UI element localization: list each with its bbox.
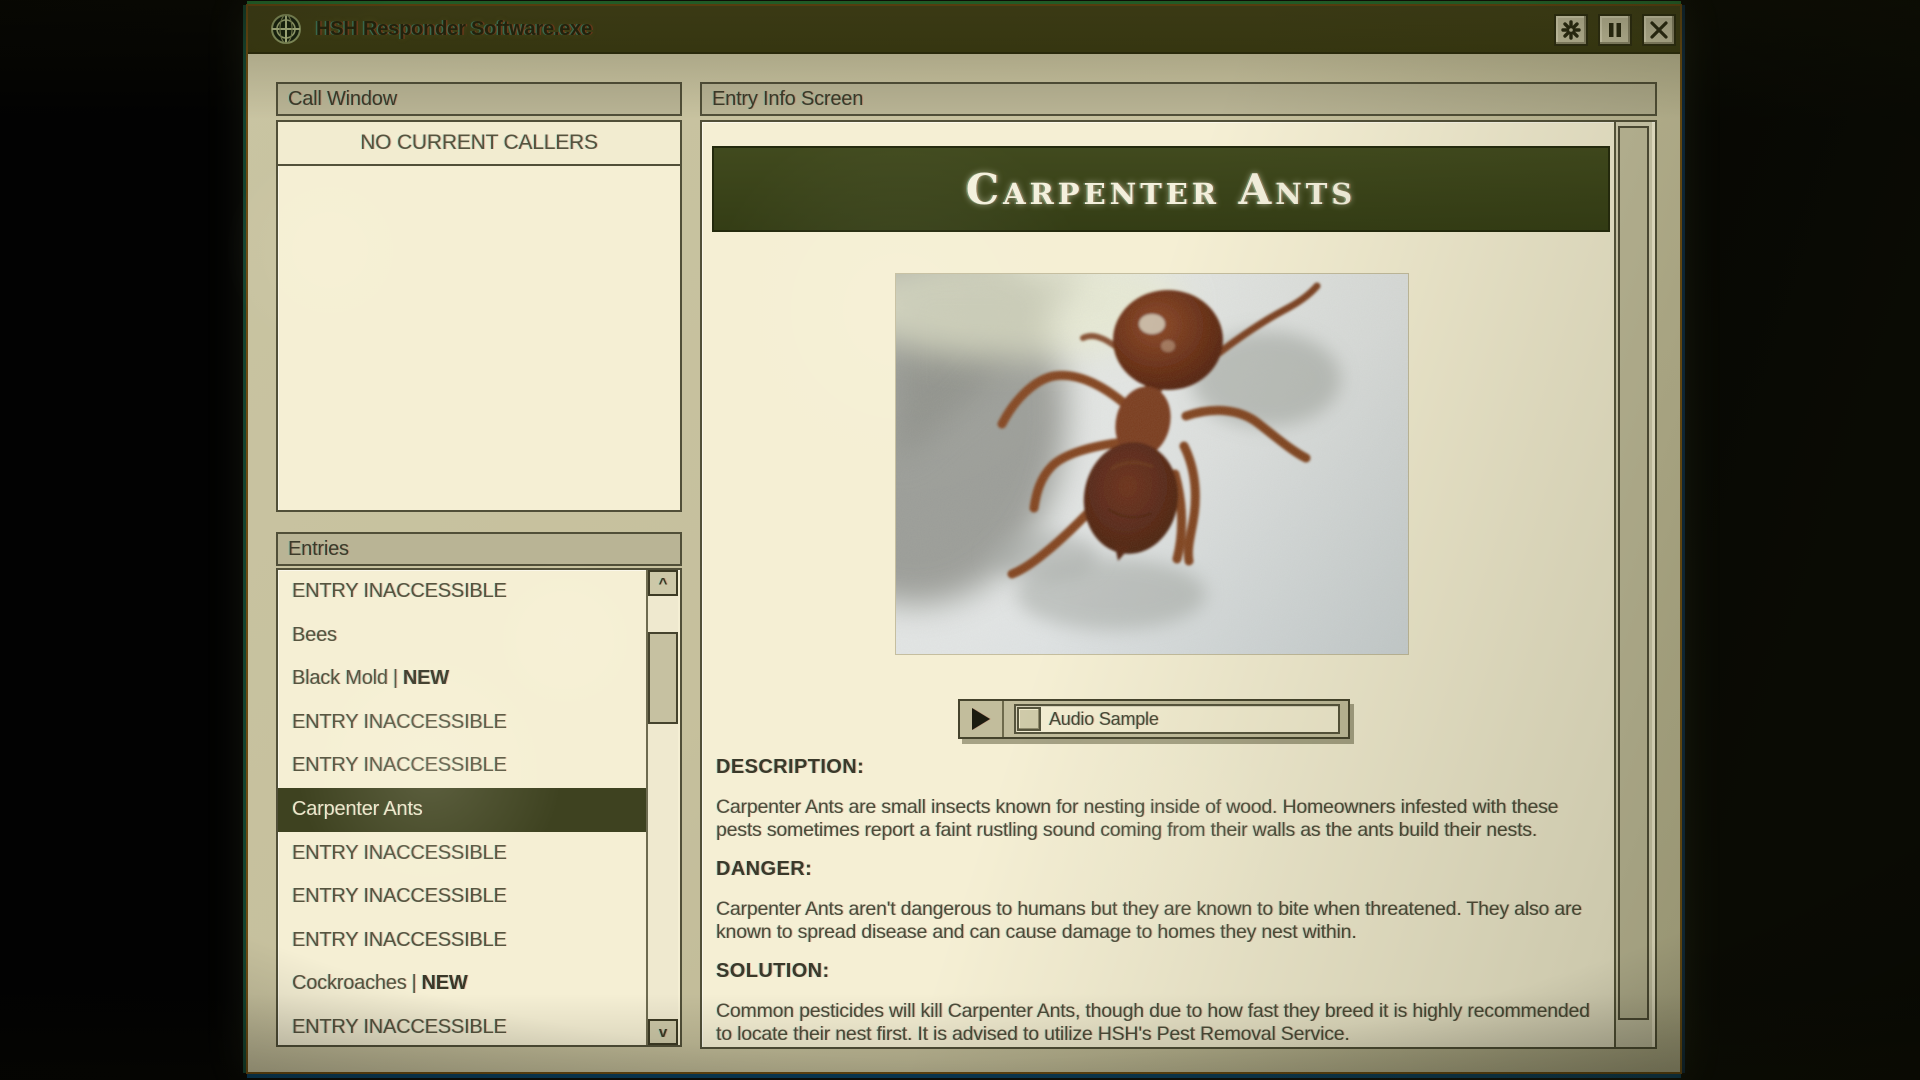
window-title: HSH Responder Software.exe	[316, 18, 592, 41]
entry-info-scrollbar-thumb[interactable]	[1618, 126, 1649, 1020]
list-item[interactable]: Carpenter Ants	[278, 788, 650, 832]
audio-player: Audio Sample	[958, 699, 1350, 739]
list-item[interactable]: Cockroaches|NEW	[278, 962, 650, 1006]
title-bar[interactable]: HSH Responder Software.exe	[248, 6, 1680, 54]
pause-icon	[1606, 21, 1624, 39]
entries-header-label: Entries	[288, 538, 349, 561]
pause-button[interactable]	[1598, 14, 1632, 46]
audio-seek-track[interactable]: Audio Sample	[1014, 704, 1340, 734]
entry-title-banner: Carpenter Ants	[712, 146, 1610, 232]
entry-info-header: Entry Info Screen	[700, 82, 1657, 116]
close-icon	[1649, 20, 1669, 40]
no-callers-text: NO CURRENT CALLERS	[360, 131, 598, 155]
section-body: Common pesticides will kill Carpenter An…	[716, 1000, 1608, 1045]
section-body: Carpenter Ants are small insects known f…	[716, 796, 1608, 841]
call-window-panel: NO CURRENT CALLERS	[276, 120, 682, 512]
play-button[interactable]	[960, 701, 1004, 737]
chevron-up-icon: ^	[659, 575, 668, 592]
entries-scrollbar[interactable]: ^ v	[646, 570, 678, 1045]
play-icon	[972, 708, 990, 730]
entry-label: ENTRY INACCESSIBLE	[292, 580, 507, 602]
scrollbar-thumb[interactable]	[648, 632, 678, 724]
entry-label: Cockroaches	[292, 972, 407, 994]
carpenter-ant-photo	[896, 274, 1408, 654]
list-item: ENTRY INACCESSIBLE	[278, 570, 650, 614]
section-heading: DANGER:	[716, 858, 812, 881]
entries-header: Entries	[276, 532, 682, 566]
entry-label: Carpenter Ants	[292, 798, 423, 820]
list-item[interactable]: Bees	[278, 614, 650, 658]
crt-screen: HSH Responder Software.exe	[0, 0, 1920, 1080]
badge-separator: |	[393, 667, 398, 689]
entry-info-header-label: Entry Info Screen	[712, 88, 863, 111]
entry-label: ENTRY INACCESSIBLE	[292, 842, 507, 864]
entry-label: ENTRY INACCESSIBLE	[292, 885, 507, 907]
chevron-down-icon: v	[659, 1024, 667, 1041]
no-callers-banner: NO CURRENT CALLERS	[278, 122, 680, 166]
call-window-header: Call Window	[276, 82, 682, 116]
entry-label: ENTRY INACCESSIBLE	[292, 754, 507, 776]
audio-sample-label: Audio Sample	[1049, 709, 1159, 730]
list-item[interactable]: Black Mold|NEW	[278, 657, 650, 701]
entry-title: Carpenter Ants	[966, 165, 1356, 214]
entry-info-panel: Carpenter Ants	[700, 120, 1657, 1049]
entry-label: Black Mold	[292, 667, 388, 689]
entry-label: ENTRY INACCESSIBLE	[292, 711, 507, 733]
new-badge: NEW	[403, 667, 449, 689]
settings-button[interactable]	[1554, 14, 1588, 46]
section-body: Carpenter Ants aren't dangerous to human…	[716, 898, 1608, 943]
entries-panel: ENTRY INACCESSIBLEBeesBlack Mold|NEWENTR…	[276, 568, 682, 1047]
new-badge: NEW	[422, 972, 468, 994]
list-item: ENTRY INACCESSIBLE	[278, 832, 650, 876]
list-item: ENTRY INACCESSIBLE	[278, 919, 650, 963]
badge-separator: |	[412, 972, 417, 994]
call-window-header-label: Call Window	[288, 88, 397, 111]
entry-info-scrollbar[interactable]	[1614, 122, 1652, 1047]
list-item: ENTRY INACCESSIBLE	[278, 701, 650, 745]
globe-logo-icon	[270, 13, 302, 45]
section-heading: SOLUTION:	[716, 960, 830, 983]
scroll-down-button[interactable]: v	[648, 1019, 678, 1045]
list-item: ENTRY INACCESSIBLE	[278, 875, 650, 919]
list-item: ENTRY INACCESSIBLE	[278, 744, 650, 788]
audio-seek-handle[interactable]	[1017, 707, 1041, 731]
close-button[interactable]	[1642, 14, 1676, 46]
entry-label: ENTRY INACCESSIBLE	[292, 1016, 507, 1038]
entry-label: ENTRY INACCESSIBLE	[292, 929, 507, 951]
entries-list: ENTRY INACCESSIBLEBeesBlack Mold|NEWENTR…	[278, 570, 680, 1047]
entry-label: Bees	[292, 624, 337, 646]
section-heading: DESCRIPTION:	[716, 756, 864, 779]
scroll-up-button[interactable]: ^	[648, 570, 678, 596]
list-item: ENTRY INACCESSIBLE	[278, 1006, 650, 1047]
gear-icon	[1561, 20, 1581, 40]
app-window: HSH Responder Software.exe	[246, 4, 1682, 1074]
